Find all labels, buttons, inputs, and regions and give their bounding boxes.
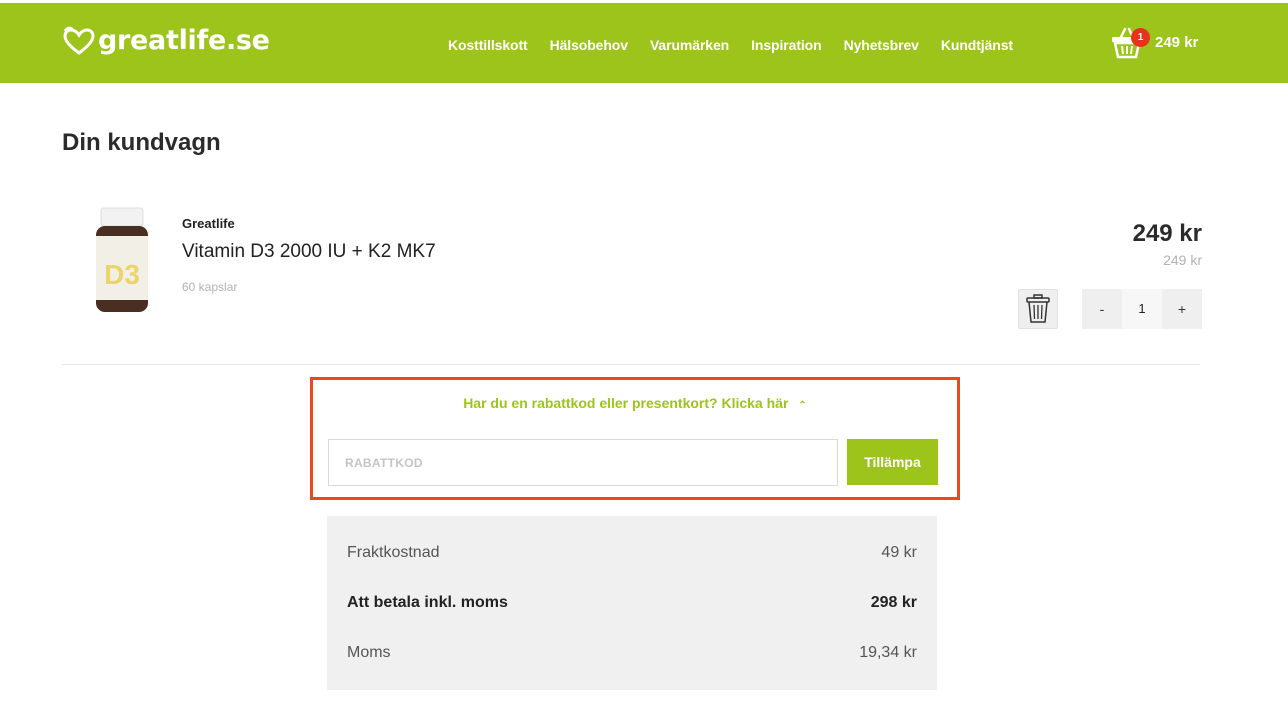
trash-icon xyxy=(1026,294,1050,323)
product-original-price: 249 kr xyxy=(1163,252,1202,268)
page-title: Din kundvagn xyxy=(62,129,221,156)
heart-leaf-icon xyxy=(63,26,95,55)
nav-nyhetsbrev[interactable]: Nyhetsbrev xyxy=(844,37,919,53)
total-label: Att betala inkl. moms xyxy=(347,594,508,611)
order-summary: Fraktkostnad 49 kr Att betala inkl. moms… xyxy=(327,516,937,690)
vat-value: 19,34 kr xyxy=(859,644,917,661)
shipping-row: Fraktkostnad 49 kr xyxy=(347,544,917,562)
cart-button[interactable]: 1 249 kr xyxy=(1111,25,1198,59)
total-value: 298 kr xyxy=(870,594,917,611)
decrement-button[interactable]: - xyxy=(1082,289,1122,329)
nav-varumarken[interactable]: Varumärken xyxy=(650,37,729,53)
discount-toggle-link[interactable]: Har du en rabattkod eller presentkort? K… xyxy=(313,395,957,411)
discount-code-input[interactable] xyxy=(328,439,838,486)
site-logo[interactable]: greatlife.se xyxy=(62,25,270,56)
cart-total: 249 kr xyxy=(1155,33,1199,51)
product-name[interactable]: Vitamin D3 2000 IU + K2 MK7 xyxy=(182,241,436,263)
nav-halsobehov[interactable]: Hälsobehov xyxy=(550,37,628,53)
basket-icon: 1 xyxy=(1111,25,1150,59)
nav-kundtjanst[interactable]: Kundtjänst xyxy=(941,37,1013,53)
cart-count-badge: 1 xyxy=(1131,28,1150,47)
nav-inspiration[interactable]: Inspiration xyxy=(751,37,822,53)
shipping-value: 49 kr xyxy=(881,544,917,561)
product-image[interactable]: D3 xyxy=(92,206,152,316)
discount-section: Har du en rabattkod eller presentkort? K… xyxy=(310,377,960,500)
chevron-up-icon: ⌃ xyxy=(798,400,807,411)
product-image-label: D3 xyxy=(104,259,140,290)
main-nav: Kosttillskott Hälsobehov Varumärken Insp… xyxy=(448,37,1035,53)
vat-row: Moms 19,34 kr xyxy=(347,644,917,662)
product-brand: Greatlife xyxy=(182,216,235,231)
site-header: greatlife.se Kosttillskott Hälsobehov Va… xyxy=(0,3,1288,83)
shipping-label: Fraktkostnad xyxy=(347,544,440,561)
total-row: Att betala inkl. moms 298 kr xyxy=(347,594,917,612)
quantity-value[interactable]: 1 xyxy=(1122,289,1162,329)
quantity-stepper: - 1 + xyxy=(1082,289,1202,329)
discount-link-text: Har du en rabattkod eller presentkort? K… xyxy=(463,395,789,411)
remove-item-button[interactable] xyxy=(1018,289,1058,329)
logo-text: greatlife.se xyxy=(98,25,270,56)
nav-kosttillskott[interactable]: Kosttillskott xyxy=(448,37,528,53)
apply-discount-button[interactable]: Tillämpa xyxy=(847,439,938,485)
vat-label: Moms xyxy=(347,644,391,661)
product-variant: 60 kapslar xyxy=(182,280,238,294)
product-price: 249 kr xyxy=(1132,220,1202,247)
divider xyxy=(62,364,1200,365)
increment-button[interactable]: + xyxy=(1162,289,1202,329)
